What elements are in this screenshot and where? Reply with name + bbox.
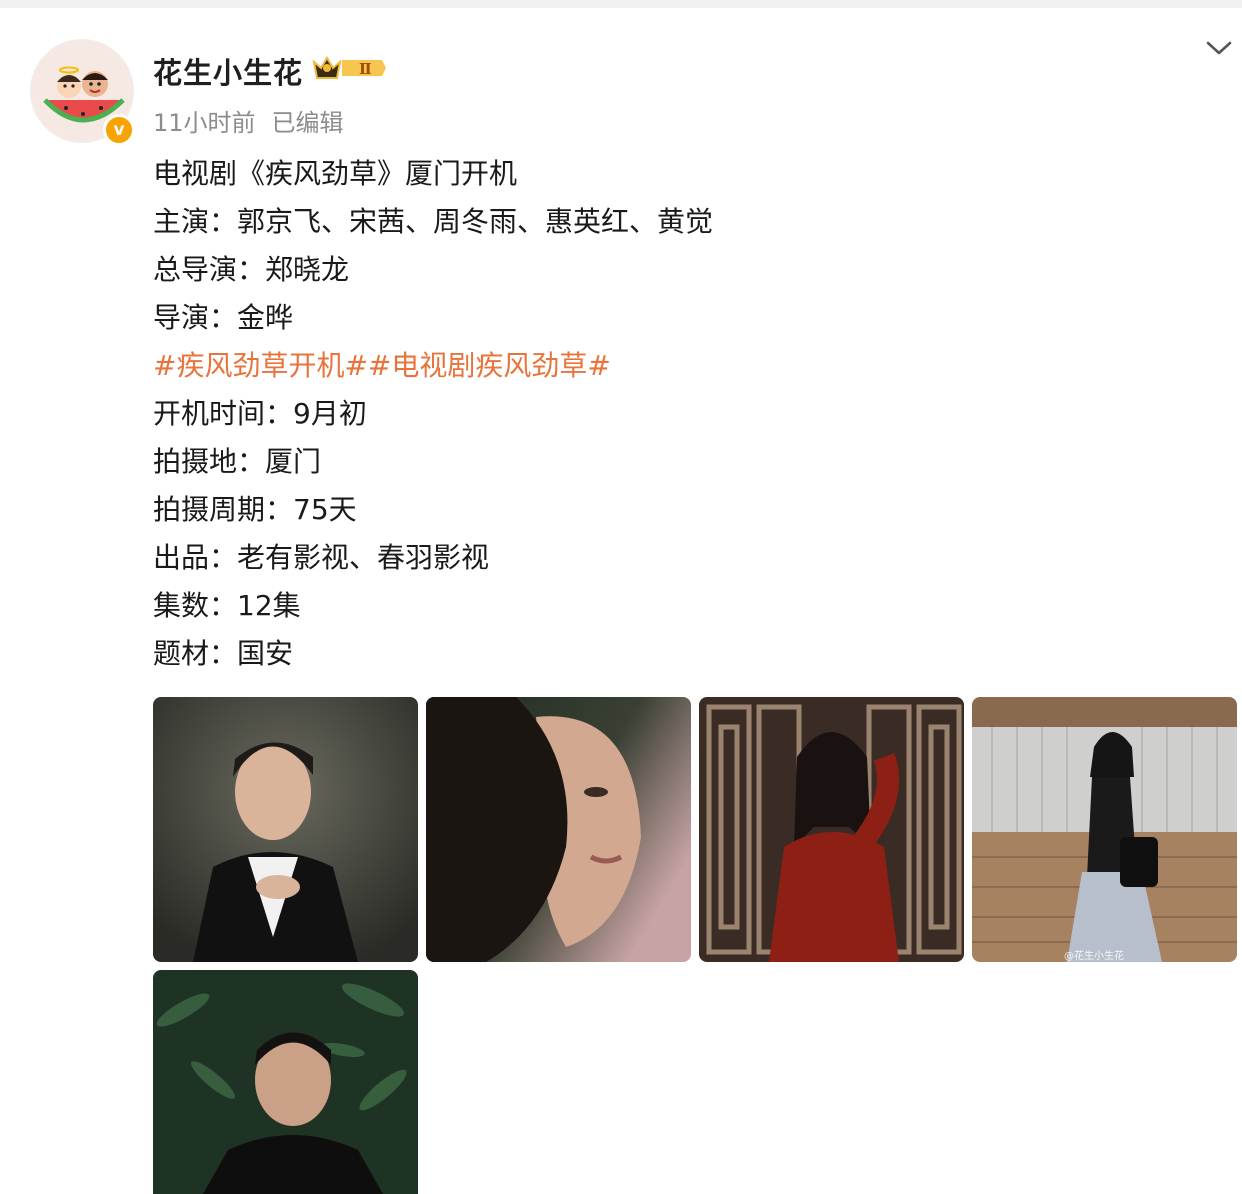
chevron-down-icon[interactable] [1204,36,1234,60]
post-line: 出品：老有影视、春羽影视 [153,541,490,574]
author-name[interactable]: 花生小生花 [153,50,303,92]
photo-thumbnail[interactable]: @花生小生花 [972,697,1237,962]
portrait-woman-street-image [972,697,1237,962]
photo-watermark: @花生小生花 [1064,951,1124,962]
top-divider [0,0,1242,8]
topic-hashtags[interactable]: #疾风劲草开机##电视剧疾风劲草# [153,342,1213,390]
portrait-man-suit-image [153,697,418,962]
post-line: 拍摄周期：75天 [153,493,357,526]
photo-thumbnail[interactable] [426,697,691,962]
level-text: Ⅱ [359,60,372,78]
post-line: 拍摄地：厦门 [153,445,322,478]
photo-thumbnail[interactable] [153,970,418,1194]
post-line: 主演：郭京飞、宋茜、周冬雨、惠英红、黄觉 [153,205,714,238]
post-meta: 11小时前 已编辑 [153,103,344,138]
post-line: 电视剧《疾风劲草》厦门开机 [153,157,518,190]
photo-thumbnail[interactable] [699,697,964,962]
verified-badge-icon: v [103,114,135,146]
post-line: 开机时间：9月初 [153,397,367,430]
post-line: 题材：国安 [153,637,294,670]
portrait-woman-red-sweater-image [699,697,964,962]
edited-label[interactable]: 已编辑 [272,109,344,137]
post-line: 集数：12集 [153,589,301,622]
photo-thumbnail[interactable] [153,697,418,962]
portrait-woman-closeup-image [426,697,691,962]
post-time: 11小时前 [153,109,256,137]
post-line: 总导演：郑晓龙 [153,253,350,286]
crown-level-icon: Ⅱ [312,56,386,79]
post-line: 导演：金晔 [153,301,294,334]
portrait-man-leaves-image [153,970,418,1194]
post-content: 电视剧《疾风劲草》厦门开机 主演：郭京飞、宋茜、周冬雨、惠英红、黄觉 总导演：郑… [153,150,1213,678]
